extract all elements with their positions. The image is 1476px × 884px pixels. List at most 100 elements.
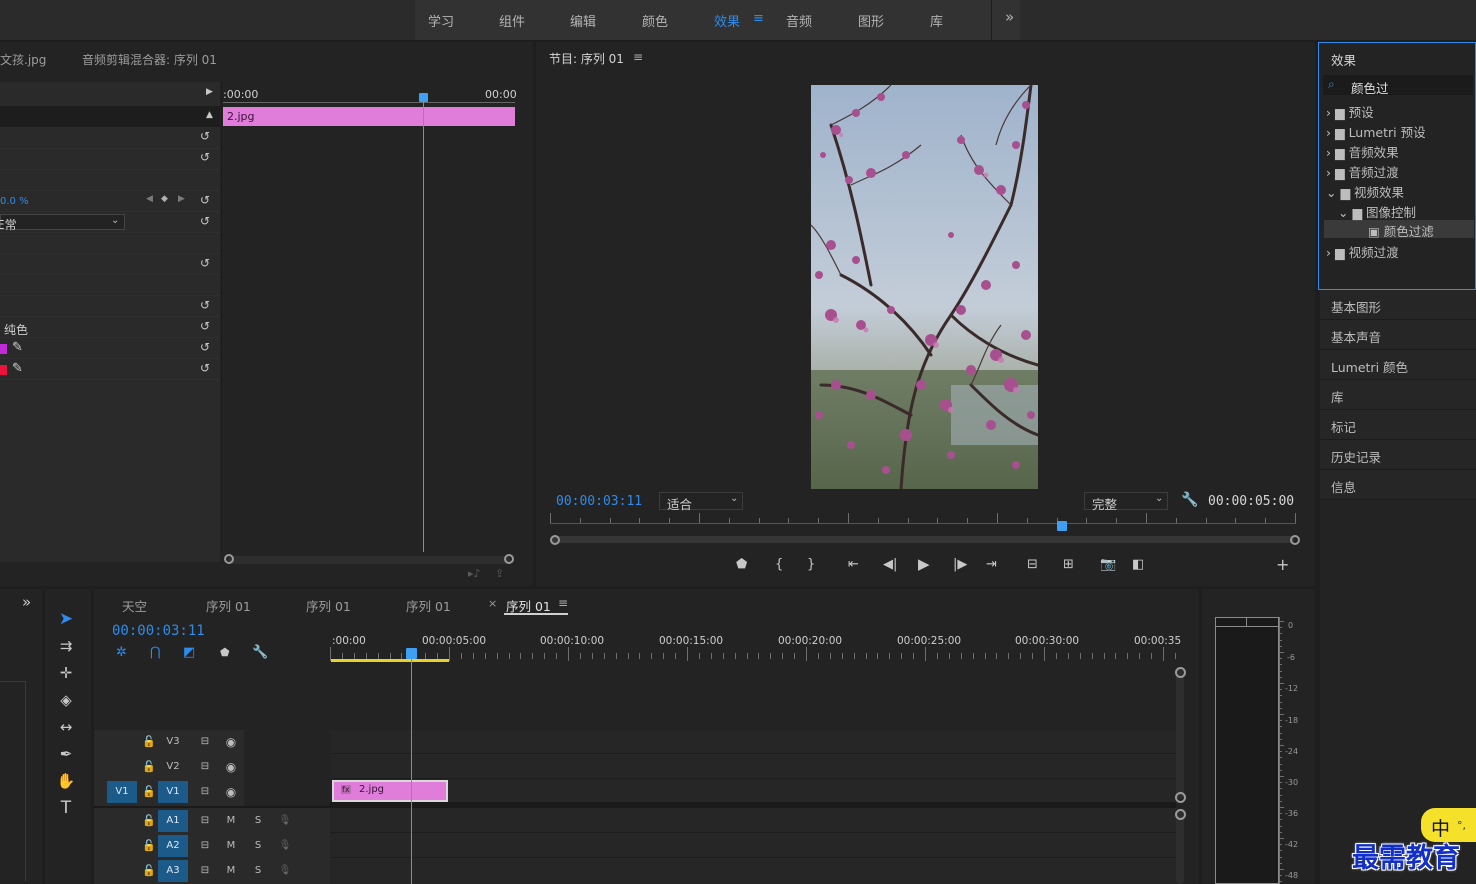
scroll-handle-top[interactable] [1175, 667, 1186, 678]
effects-search-box[interactable]: ⌕ 颜色过 [1323, 75, 1473, 96]
source-tab[interactable]: 文孩.jpg [0, 51, 46, 68]
selection-tool-icon[interactable]: ➤ [54, 608, 78, 630]
color-swatch-purple[interactable] [0, 344, 7, 354]
export-frame-icon[interactable]: 📷 [1100, 557, 1116, 572]
type-tool-icon[interactable]: T [54, 797, 78, 819]
blend-mode-dropdown[interactable]: E常 ⌄ [0, 214, 125, 232]
video-scrollbar[interactable] [1176, 669, 1184, 799]
program-monitor-title[interactable]: 节目: 序列 01 [549, 50, 624, 67]
extract-icon[interactable]: ⊞ [1063, 557, 1074, 572]
play-icon[interactable]: ▶ [918, 555, 930, 573]
workspace-tab-assembly[interactable]: 组件 [499, 11, 525, 30]
panel-lumetri-color[interactable]: Lumetri 颜色 [1320, 350, 1476, 380]
add-marker-icon[interactable]: ⬟ [736, 557, 747, 572]
monitor-playhead[interactable] [1057, 521, 1067, 531]
close-tab-icon[interactable]: × [488, 597, 497, 610]
go-to-in-icon[interactable]: ⇤ [848, 557, 859, 572]
tree-item-audio-effects[interactable]: › ▆ 音频效果 [1326, 142, 1399, 161]
go-to-out-icon[interactable]: ⇥ [986, 557, 997, 572]
tree-item-video-transitions[interactable]: › ▆ 视频过渡 [1326, 242, 1399, 261]
panel-info[interactable]: 信息 [1320, 470, 1476, 500]
export-icon[interactable]: ⇪ [495, 567, 504, 580]
playback-resolution-dropdown[interactable]: 完整 ⌄ [1084, 492, 1168, 512]
color-swatch-red[interactable] [0, 365, 7, 375]
work-area-bar[interactable] [331, 659, 449, 662]
linked-selection-icon[interactable]: ◩ [183, 645, 195, 660]
button-editor-plus-icon[interactable]: + [1276, 555, 1289, 574]
reset-icon[interactable]: ↺ [200, 130, 214, 142]
hand-tool-icon[interactable]: ✋ [54, 770, 78, 792]
panel-essential-graphics[interactable]: 基本图形 [1320, 290, 1476, 320]
expand-right-icon[interactable]: ▶ [206, 87, 213, 97]
monitor-zoom-bar[interactable] [552, 536, 1294, 543]
timeline-settings-wrench-icon[interactable]: 🔧 [252, 645, 268, 660]
timeline-clip[interactable]: fx 2.jpg [332, 780, 448, 802]
track-select-tool-icon[interactable]: ⇉ [54, 635, 78, 657]
scroll-handle-left[interactable] [224, 554, 234, 564]
tree-item-presets[interactable]: › ▆ 预设 [1326, 102, 1374, 121]
razor-tool-icon[interactable]: ◈ [54, 689, 78, 711]
nest-toggle-icon[interactable]: ✲ [116, 645, 127, 660]
scroll-handle-right[interactable] [504, 554, 514, 564]
opacity-value[interactable]: 0.0 % [0, 196, 29, 207]
scroll-handle-top[interactable] [1175, 809, 1186, 820]
snap-icon[interactable]: ⋂ [150, 645, 161, 660]
audio-clip-mixer-tab[interactable]: 音频剪辑混合器: 序列 01 [82, 51, 217, 68]
mute-button[interactable]: M [216, 835, 246, 857]
program-current-time[interactable]: 00:00:03:11 [556, 494, 642, 509]
panel-essential-sound[interactable]: 基本声音 [1320, 320, 1476, 350]
panel-overflow-icon[interactable]: » [22, 593, 31, 611]
audio-scrollbar[interactable] [1176, 811, 1184, 884]
step-forward-icon[interactable]: |▶ [953, 557, 967, 572]
microphone-icon[interactable]: 🎙 [270, 860, 300, 882]
timeline-tab-seq[interactable]: 序列 01 [206, 596, 251, 615]
pen-tool-icon[interactable]: ✒ [54, 743, 78, 765]
zoom-handle-right[interactable] [1290, 535, 1300, 545]
track-label-v2[interactable]: V2 [158, 756, 188, 778]
wrench-icon[interactable]: 🔧 [1181, 492, 1198, 508]
mini-playhead-handle[interactable] [419, 93, 428, 102]
timeline-playhead-handle[interactable] [406, 648, 417, 659]
panel-markers[interactable]: 标记 [1320, 410, 1476, 440]
solo-button[interactable]: S [243, 860, 273, 882]
filter-clip-icon[interactable]: ▸♪ [468, 567, 481, 580]
reset-icon[interactable]: ↺ [200, 257, 214, 269]
workspace-tab-color[interactable]: 颜色 [642, 11, 668, 30]
reset-icon[interactable]: ↺ [200, 341, 214, 353]
reset-icon[interactable]: ↺ [200, 151, 214, 163]
tree-item-video-effects[interactable]: ⌄ ▆ 视频效果 [1326, 182, 1404, 201]
mini-scrollbar[interactable] [228, 556, 510, 564]
mark-out-icon[interactable]: } [807, 557, 815, 572]
timeline-tab-seq[interactable]: 序列 01 [306, 596, 351, 615]
workspace-tab-audio[interactable]: 音频 [786, 11, 812, 30]
effects-panel-title[interactable]: 效果 [1331, 50, 1356, 69]
reset-icon[interactable]: ↺ [200, 320, 214, 332]
slip-tool-icon[interactable]: ↔ [54, 716, 78, 738]
ripple-edit-tool-icon[interactable]: ✛ [54, 662, 78, 684]
track-label-a3[interactable]: A3 [158, 860, 188, 882]
reset-icon[interactable]: ↺ [200, 299, 214, 311]
reset-icon[interactable]: ↺ [200, 215, 214, 227]
panel-menu-icon[interactable]: ≡ [633, 50, 643, 64]
lift-icon[interactable]: ⊟ [1027, 557, 1038, 572]
panel-history[interactable]: 历史记录 [1320, 440, 1476, 470]
eye-icon[interactable]: ◉ [216, 731, 246, 753]
workspace-tab-effects[interactable]: 效果 [714, 11, 740, 30]
mute-button[interactable]: M [216, 860, 246, 882]
solo-button[interactable]: S [243, 810, 273, 832]
eye-icon[interactable]: ◉ [216, 756, 246, 778]
step-back-icon[interactable]: ◀| [883, 557, 897, 572]
keyframe-next-icon[interactable]: ▶ [178, 194, 185, 204]
workspace-menu-icon[interactable]: ≡ [753, 11, 764, 26]
video-audio-divider[interactable] [330, 802, 1176, 808]
zoom-handle-left[interactable] [550, 535, 560, 545]
mark-in-icon[interactable]: { [775, 557, 783, 572]
track-label-v1[interactable]: V1 [158, 781, 188, 803]
eyedropper-icon[interactable]: ✎ [12, 340, 23, 355]
eyedropper-icon[interactable]: ✎ [12, 361, 23, 376]
panel-menu-icon[interactable]: ≡ [558, 596, 568, 610]
add-keyframe-icon[interactable]: ◆ [161, 194, 168, 204]
solo-button[interactable]: S [243, 835, 273, 857]
tree-item-color-pass[interactable]: ▣ 颜色过滤 [1368, 221, 1434, 240]
add-marker-icon[interactable]: ⬟ [220, 646, 230, 659]
